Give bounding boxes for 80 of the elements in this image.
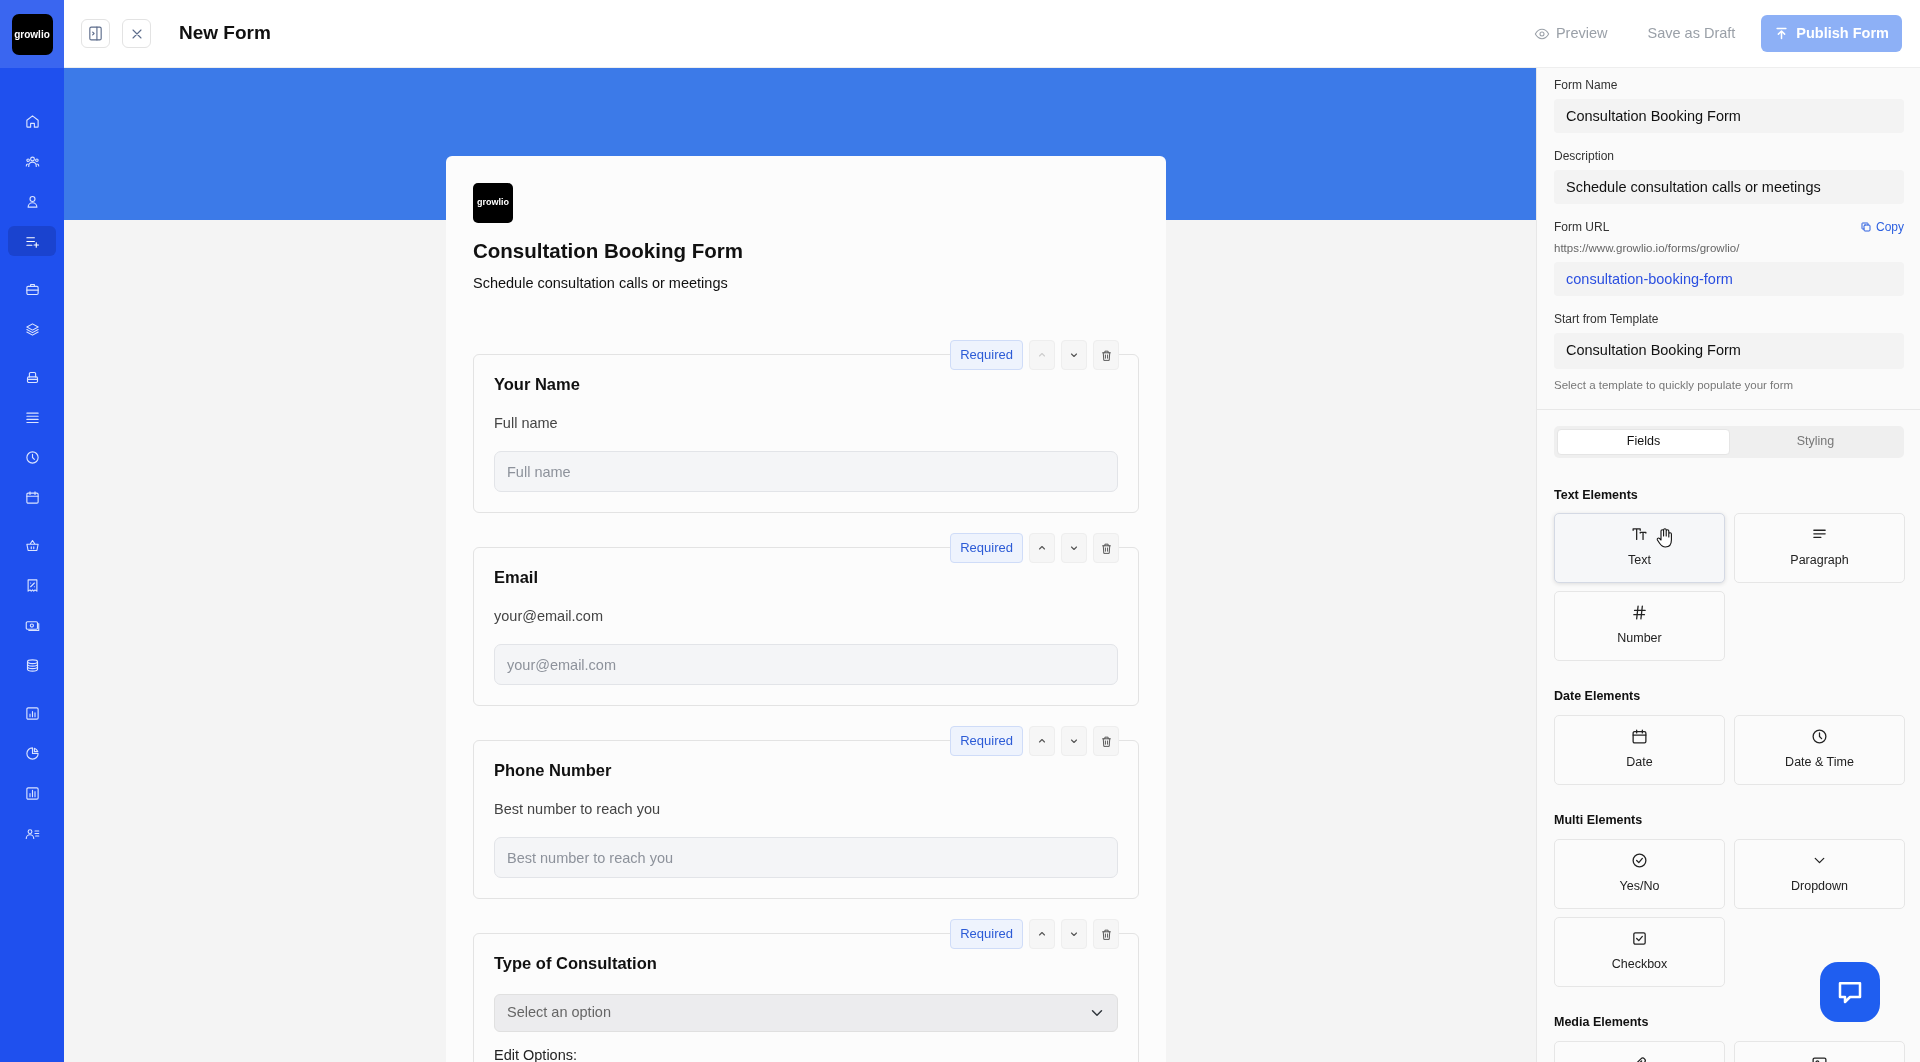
field-label: Start from Template: [1554, 311, 1660, 329]
field-help: your@email.com: [494, 607, 604, 625]
element-tile[interactable]: Date: [1554, 715, 1725, 785]
lines-icon: [24, 409, 40, 425]
required-toggle[interactable]: Required: [950, 726, 1023, 756]
clock-icon: [24, 449, 40, 465]
form-description: Schedule consultation calls or meetings: [473, 274, 729, 292]
element-tile[interactable]: Yes/No: [1554, 838, 1725, 909]
trash-icon: [1099, 734, 1113, 748]
copy-link[interactable]: Copy: [1860, 218, 1904, 236]
users-icon: [24, 153, 40, 169]
panel-icon: [87, 25, 104, 42]
trash-icon: [1099, 927, 1113, 941]
nav-button[interactable]: [8, 226, 56, 256]
section-title: Media Elements: [1554, 1013, 1650, 1031]
field-label: Form Name: [1554, 77, 1619, 94]
check-circle-icon: [1631, 851, 1648, 869]
calendar-icon: [1631, 728, 1648, 746]
text-field[interactable]: Schedule consultation calls or meetings: [1554, 170, 1904, 204]
delete-button[interactable]: [1093, 533, 1119, 563]
input-field[interactable]: your@email.com: [494, 644, 1118, 685]
bar-chart-icon: [24, 785, 40, 801]
briefcase-icon: [24, 281, 40, 297]
delete-button[interactable]: [1093, 340, 1119, 370]
required-toggle[interactable]: Required: [950, 919, 1023, 949]
archive-icon: [24, 369, 40, 385]
field-help: Full name: [494, 414, 559, 432]
select-field[interactable]: Select an option: [494, 994, 1118, 1032]
section-title: Multi Elements: [1554, 812, 1644, 829]
input-field[interactable]: Best number to reach you: [494, 837, 1118, 878]
basket-icon: [24, 537, 40, 553]
close-button[interactable]: [122, 19, 151, 48]
field-label: Phone Number: [494, 760, 613, 780]
hand-cursor-icon: [1655, 528, 1673, 549]
input-field[interactable]: Full name: [494, 451, 1118, 492]
field-label: Description: [1554, 148, 1616, 165]
field-label: Type of Consultation: [494, 953, 658, 973]
required-toggle[interactable]: Required: [950, 340, 1023, 370]
sidebar-toggle-button[interactable]: [81, 19, 110, 48]
element-tile[interactable]: Paragraph: [1734, 513, 1905, 584]
form-title: Consultation Booking Form: [473, 239, 744, 263]
trash-icon: [1099, 541, 1113, 555]
field-label: Your Name: [494, 374, 581, 394]
element-tile[interactable]: Number: [1554, 591, 1725, 662]
element-tile[interactable]: Date & Time: [1734, 715, 1905, 785]
trash-icon: [1099, 348, 1113, 362]
pie-chart-icon: [24, 745, 40, 761]
tab[interactable]: Styling: [1730, 428, 1901, 455]
template-select[interactable]: Consultation Booking Form: [1554, 333, 1904, 370]
element-tile[interactable]: Dropdown: [1734, 838, 1905, 909]
hint-text: Select a template to quickly populate your form: [1554, 378, 1795, 394]
copy-icon: [1860, 221, 1872, 233]
field-label: Email: [494, 567, 540, 587]
clock-icon: [1811, 728, 1828, 746]
field-help: Best number to reach you: [494, 800, 662, 818]
url-prefix: https://www.growlio.io/forms/growlio/: [1554, 241, 1741, 256]
upload-icon: [1774, 26, 1790, 41]
form-logo: growlio: [473, 183, 513, 223]
section-title: Text Elements: [1554, 486, 1639, 504]
bar-chart-icon: [24, 705, 40, 721]
checkbox-icon: [1631, 929, 1648, 947]
tab[interactable]: Fields: [1557, 428, 1730, 455]
delete-button[interactable]: [1093, 919, 1119, 949]
receipt-icon: [24, 577, 40, 593]
hash-icon: [1631, 604, 1648, 622]
coins-icon: [24, 657, 40, 673]
delete-button[interactable]: [1093, 726, 1119, 756]
section-title: Date Elements: [1554, 688, 1642, 706]
text-field[interactable]: consultation-booking-form: [1554, 262, 1904, 297]
calendar-icon: [24, 489, 40, 505]
logo[interactable]: growlio: [11, 13, 53, 55]
element-tile[interactable]: Text: [1554, 513, 1725, 584]
text-field[interactable]: Consultation Booking Form: [1554, 99, 1904, 133]
home-icon: [24, 113, 40, 129]
required-toggle[interactable]: Required: [950, 533, 1023, 563]
element-tile[interactable]: Checkbox: [1554, 916, 1725, 987]
layers-icon: [24, 321, 40, 337]
field-label: Form URL: [1554, 219, 1610, 236]
chat-button[interactable]: [1820, 962, 1880, 1022]
page-title: New Form: [179, 21, 271, 46]
